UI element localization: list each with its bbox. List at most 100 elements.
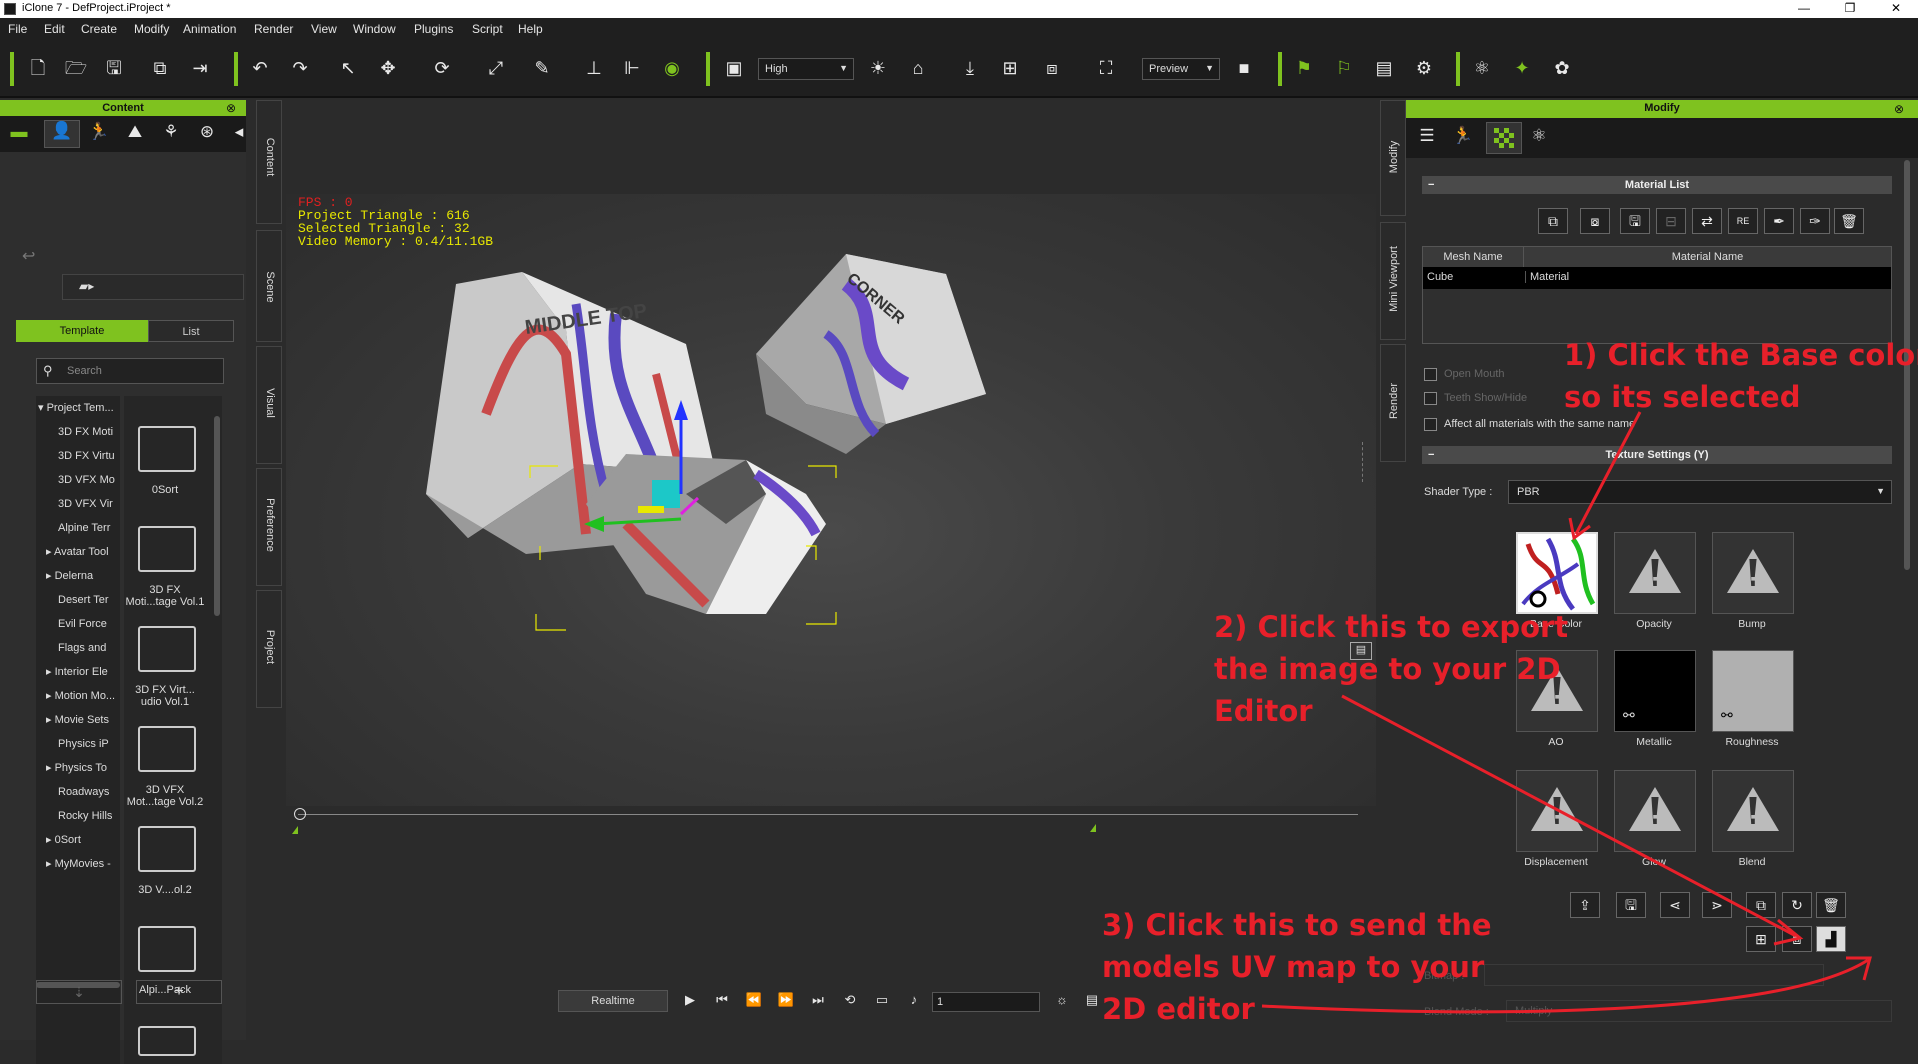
loop-icon[interactable]: ⟲ (838, 988, 862, 1012)
timeline-icon[interactable]: ▤ (1080, 988, 1104, 1012)
cube-view-icon[interactable]: ⧈ (1040, 56, 1064, 80)
base-color-slot[interactable] (1516, 532, 1598, 614)
open-folder-icon[interactable]: 🗁 (64, 56, 88, 80)
export-uv-icon[interactable]: ▟ (1816, 926, 1846, 952)
tab-template[interactable]: Template (16, 320, 148, 342)
blend-slot[interactable] (1712, 770, 1794, 852)
share-alt-icon[interactable]: ⋗ (1702, 892, 1732, 918)
menu-edit[interactable]: Edit (44, 22, 65, 36)
menu-file[interactable]: File (8, 22, 27, 36)
tree-item[interactable]: ▸ Physics To (36, 756, 120, 780)
displacement-slot[interactable] (1516, 770, 1598, 852)
tab-modify[interactable]: Modify (1380, 100, 1406, 216)
glow-slot[interactable] (1614, 770, 1696, 852)
scale-icon[interactable]: ⤢ (484, 56, 508, 80)
table-row[interactable]: Cube Material (1423, 267, 1891, 289)
export-icon[interactable]: ⇥ (188, 56, 212, 80)
menu-plugins[interactable]: Plugins (414, 22, 453, 36)
minimize-button[interactable]: — (1782, 0, 1826, 18)
folder-icon[interactable]: ▬ (6, 122, 32, 146)
tab-content[interactable]: Content (256, 100, 282, 224)
import-icon[interactable]: ⧉ (148, 56, 172, 80)
paint-icon[interactable]: ✑ (1800, 208, 1830, 234)
3d-viewport[interactable]: FPS : 0 Project Triangle : 616 Selected … (286, 194, 1376, 806)
sliders-icon[interactable]: ☰ (1414, 126, 1440, 150)
particles-icon[interactable]: ✿ (1550, 56, 1574, 80)
light-icon[interactable]: ☀ (866, 56, 890, 80)
brush-icon[interactable]: ✎ (530, 56, 554, 80)
bitmap-path-field[interactable] (1484, 964, 1824, 986)
undo-icon[interactable]: ↶ (248, 56, 272, 80)
export-image-icon[interactable]: ⧈ (1782, 926, 1812, 952)
new-file-icon[interactable]: 🗋 (26, 56, 50, 80)
character-icon[interactable]: ✦ (1510, 56, 1534, 80)
affect-all-checkbox[interactable] (1424, 418, 1437, 431)
tree-item[interactable]: 3D VFX Vir (36, 492, 120, 516)
film-reel-icon[interactable]: ⊛ (194, 122, 220, 146)
tab-mini-viewport[interactable]: Mini Viewport (1380, 222, 1406, 340)
maximize-button[interactable]: ❐ (1828, 0, 1872, 18)
search-input[interactable]: ⚲ Search (36, 358, 224, 384)
bump-slot[interactable] (1712, 532, 1794, 614)
folder-item[interactable] (138, 926, 196, 972)
close-icon[interactable]: ⊗ (226, 101, 236, 115)
motion-icon[interactable]: 🏃 (86, 122, 112, 146)
roughness-slot[interactable]: ⚯ (1712, 650, 1794, 732)
save-icon[interactable]: 🖫 (1620, 208, 1650, 234)
tree-item[interactable]: ▸ 0Sort (36, 828, 120, 852)
menu-animation[interactable]: Animation (183, 22, 236, 36)
play-icon[interactable]: ▶ (678, 988, 702, 1012)
motion-icon[interactable]: ⚑ (1292, 56, 1316, 80)
refresh-icon[interactable]: ↻ (1782, 892, 1812, 918)
camera-capture-icon[interactable]: ⧇ (1580, 208, 1610, 234)
scene-icon[interactable]: ⛰ (122, 122, 148, 146)
blend-mode-dropdown[interactable]: Multiply (1506, 1000, 1892, 1022)
folder-item[interactable] (138, 1026, 196, 1056)
tree-item[interactable]: Evil Force (36, 612, 120, 636)
tree-item[interactable]: ▸ MyMovies - (36, 852, 120, 876)
tree-item[interactable]: ▸ Delerna (36, 564, 120, 588)
tree-item[interactable]: ▸ Movie Sets (36, 708, 120, 732)
visibility-eye-icon[interactable]: ◉ (660, 56, 684, 80)
physics-icon[interactable]: ⚛ (1470, 56, 1494, 80)
delete-icon[interactable]: 🗑 (1834, 208, 1864, 234)
tab-preference[interactable]: Preference (256, 468, 282, 586)
align-right-icon[interactable]: ⊩ (620, 56, 644, 80)
tree-item[interactable]: ▸ Motion Mo... (36, 684, 120, 708)
rewind-icon[interactable]: ⏪ (742, 988, 766, 1012)
menu-window[interactable]: Window (353, 22, 396, 36)
align-icon[interactable]: ⊥ (582, 56, 606, 80)
tab-project[interactable]: Project (256, 590, 282, 708)
back-icon[interactable]: ↩ (22, 246, 35, 266)
timeline-playhead[interactable] (294, 808, 306, 820)
tree-item[interactable]: 3D VFX Mo (36, 468, 120, 492)
share-icon[interactable]: ⋖ (1660, 892, 1690, 918)
select-arrow-icon[interactable]: ↖ (336, 56, 360, 80)
folder-item[interactable] (138, 826, 196, 872)
load-texture-icon[interactable]: ⇪ (1570, 892, 1600, 918)
tree-item[interactable]: 3D FX Virtu (36, 444, 120, 468)
frame-input[interactable]: 1 (932, 992, 1040, 1012)
delete-texture-icon[interactable]: 🗑 (1816, 892, 1846, 918)
material-checker-icon[interactable] (1486, 122, 1522, 154)
move-icon[interactable]: ✥ (376, 56, 400, 80)
scrollbar[interactable] (214, 416, 220, 616)
shader-type-dropdown[interactable]: PBR ▼ (1508, 480, 1892, 504)
eyedropper-icon[interactable]: ✒ (1764, 208, 1794, 234)
swap-icon[interactable]: ⇄ (1692, 208, 1722, 234)
tab-visual[interactable]: Visual (256, 346, 282, 464)
add-button[interactable]: + (136, 980, 222, 1004)
metallic-slot[interactable]: ⚯ (1614, 650, 1696, 732)
avatar-icon[interactable]: 👤 (44, 120, 80, 148)
subtitle-icon[interactable]: ▭ (870, 988, 894, 1012)
copy-icon[interactable]: ⧉ (1746, 892, 1776, 918)
reset-icon[interactable]: RE (1728, 208, 1758, 234)
quality-dropdown[interactable]: High ▼ (758, 58, 854, 80)
music-note-icon[interactable]: ♪ (902, 988, 926, 1012)
tree-item[interactable]: ▸ Interior Ele (36, 660, 120, 684)
speaker-icon[interactable]: ◂ (226, 122, 252, 146)
open-mouth-checkbox[interactable] (1424, 368, 1437, 381)
tree-item[interactable]: Physics iP (36, 732, 120, 756)
drop-to-floor-icon[interactable]: ⤓ (958, 56, 982, 80)
download-icon[interactable]: ⇣ (36, 980, 122, 1004)
